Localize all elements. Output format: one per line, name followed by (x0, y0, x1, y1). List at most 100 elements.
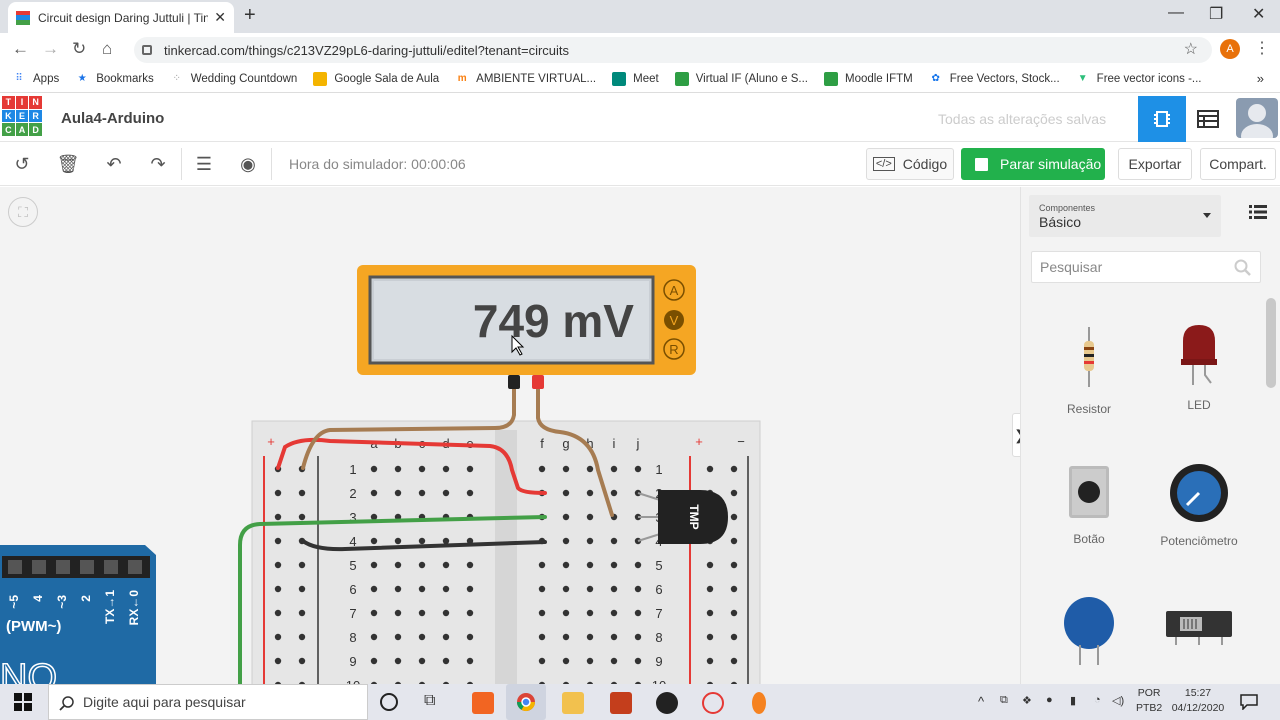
breadboard-hole[interactable] (370, 537, 378, 545)
breadboard-hole[interactable] (418, 561, 426, 569)
component-button[interactable]: Botão (1039, 463, 1139, 546)
breadboard-hole[interactable] (466, 465, 474, 473)
bookmark-classroom[interactable]: Google Sala de Aula (313, 71, 439, 86)
breadboard-hole[interactable] (418, 609, 426, 617)
taskbar-search-input[interactable]: Digite aqui para pesquisar (48, 684, 368, 720)
breadboard-hole[interactable] (730, 633, 738, 641)
arduino-header-pin[interactable] (80, 560, 94, 574)
maximize-icon[interactable]: ❐ (1209, 4, 1223, 24)
arduino-board[interactable]: ~5 4 ~3 2 TX→1 RX←0 (PWM~) NO (0, 545, 156, 684)
arduino-header-pin[interactable] (56, 560, 70, 574)
undo-icon[interactable]: ↶ (104, 154, 124, 174)
breadboard-hole[interactable] (562, 489, 570, 497)
breadboard-hole[interactable] (538, 585, 546, 593)
breadboard-hole[interactable] (634, 657, 642, 665)
breadboard-hole[interactable] (370, 561, 378, 569)
microphone-app-icon[interactable] (752, 692, 766, 714)
breadboard-hole[interactable] (634, 561, 642, 569)
breadboard-hole[interactable] (586, 657, 594, 665)
breadboard-hole[interactable] (706, 633, 714, 641)
breadboard-hole[interactable] (394, 537, 402, 545)
show-hidden-icons[interactable]: ^ (978, 694, 984, 709)
breadboard-hole[interactable] (538, 609, 546, 617)
breadboard-hole[interactable] (394, 561, 402, 569)
circuit-canvas[interactable]: ⛶ 1122334455667788991010abcdefghij++− TM… (0, 187, 1020, 684)
profile-avatar[interactable]: A (1220, 39, 1240, 59)
circuit-view-button[interactable] (1138, 96, 1186, 142)
breadboard-hole[interactable] (466, 585, 474, 593)
bookmark-apps[interactable]: ⠿ Apps (12, 72, 59, 86)
breadboard-hole[interactable] (562, 657, 570, 665)
breadboard-hole[interactable] (586, 585, 594, 593)
component-resistor[interactable]: Resistor (1039, 327, 1139, 416)
bookmark-wedding[interactable]: ⁘ Wedding Countdown (170, 72, 298, 86)
breadboard-hole[interactable] (610, 489, 618, 497)
breadboard-hole[interactable] (730, 489, 738, 497)
minimize-icon[interactable]: — (1168, 4, 1184, 22)
breadboard-hole[interactable] (586, 489, 594, 497)
breadboard-hole[interactable] (538, 633, 546, 641)
breadboard-hole[interactable] (538, 657, 546, 665)
dropbox-icon[interactable]: ❖ (1022, 694, 1032, 707)
obs-icon[interactable] (656, 692, 678, 714)
breadboard-hole[interactable] (442, 489, 450, 497)
breadboard-hole[interactable] (730, 561, 738, 569)
breadboard-hole[interactable] (370, 585, 378, 593)
tinkercad-logo[interactable]: TIN KER CAD (2, 96, 42, 136)
more-bookmarks-icon[interactable]: » (1257, 71, 1264, 86)
paint-icon[interactable] (702, 692, 724, 714)
component-capacitor[interactable] (1039, 595, 1139, 670)
breadboard-hole[interactable] (634, 633, 642, 641)
breadboard-hole[interactable] (538, 561, 546, 569)
menu-kebab-icon[interactable]: ⋮ (1254, 38, 1270, 58)
component-slide-switch[interactable] (1149, 607, 1249, 650)
breadboard-hole[interactable] (370, 465, 378, 473)
breadboard-hole[interactable] (370, 657, 378, 665)
breadboard-hole[interactable] (370, 489, 378, 497)
breadboard-hole[interactable] (418, 465, 426, 473)
breadboard-hole[interactable] (274, 609, 282, 617)
breadboard-hole[interactable] (562, 585, 570, 593)
breadboard-hole[interactable] (274, 657, 282, 665)
breadboard-hole[interactable] (274, 585, 282, 593)
breadboard-hole[interactable] (418, 633, 426, 641)
back-icon[interactable]: ← (12, 39, 29, 59)
breadboard-hole[interactable] (394, 585, 402, 593)
bookmark-meet[interactable]: Meet (612, 71, 659, 86)
wifi-icon[interactable]: ◔ (1094, 694, 1101, 706)
breadboard-hole[interactable] (730, 537, 738, 545)
delete-icon[interactable]: 🗑 (57, 154, 80, 174)
notifications-icon[interactable] (1240, 694, 1258, 710)
breadboard-hole[interactable] (394, 609, 402, 617)
breadboard-hole[interactable] (466, 489, 474, 497)
chrome-taskbar-button[interactable] (506, 684, 546, 720)
breadboard-hole[interactable] (586, 537, 594, 545)
breadboard-hole[interactable] (442, 633, 450, 641)
arduino-header-pin[interactable] (128, 560, 142, 574)
component-potentiometer[interactable]: Potenciômetro (1149, 461, 1249, 548)
breadboard-hole[interactable] (298, 657, 306, 665)
stop-simulation-button[interactable]: Parar simulação (961, 148, 1105, 180)
breadboard-hole[interactable] (634, 609, 642, 617)
code-button[interactable]: </> Código (866, 148, 954, 180)
breadboard-hole[interactable] (562, 609, 570, 617)
breadboard-hole[interactable] (586, 609, 594, 617)
language-indicator[interactable]: POR PTB2 (1136, 686, 1162, 716)
breadboard-hole[interactable] (442, 657, 450, 665)
breadboard-hole[interactable] (562, 513, 570, 521)
breadboard-hole[interactable] (394, 657, 402, 665)
rotate-icon[interactable]: ↺ (12, 154, 32, 174)
new-tab-icon[interactable]: + (244, 4, 256, 27)
breadboard-hole[interactable] (370, 633, 378, 641)
export-button[interactable]: Exportar (1118, 148, 1192, 180)
breadboard-hole[interactable] (562, 465, 570, 473)
breadboard-hole[interactable] (418, 489, 426, 497)
bookmark-star-icon[interactable]: ☆ (1184, 39, 1198, 59)
breadboard-hole[interactable] (586, 465, 594, 473)
file-explorer-icon[interactable] (562, 692, 584, 714)
component-led[interactable]: LED (1149, 323, 1249, 412)
breadboard-hole[interactable] (706, 657, 714, 665)
schematic-view-button[interactable] (1190, 104, 1226, 134)
arduino-header-pin[interactable] (104, 560, 118, 574)
breadboard-hole[interactable] (610, 633, 618, 641)
